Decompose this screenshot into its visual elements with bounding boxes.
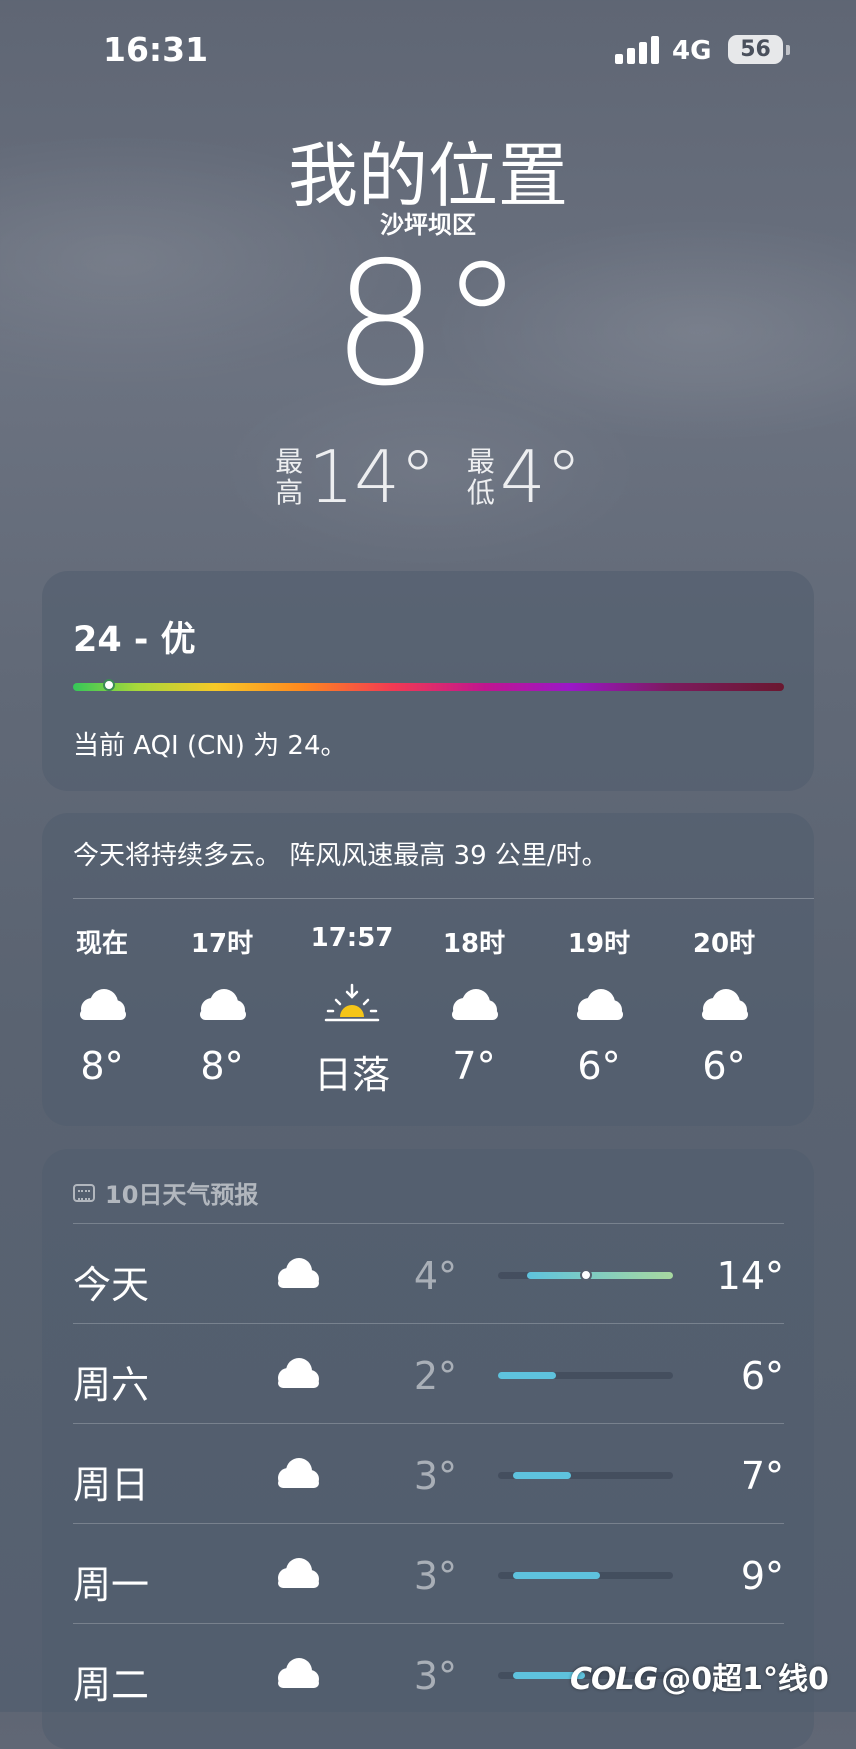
high-temp: 14° — [308, 435, 436, 519]
watermark: COLG @0超1°线0 — [570, 1654, 829, 1698]
cloud-icon — [273, 1354, 323, 1392]
hour-temp: 8° — [200, 1044, 244, 1088]
temp-range-track — [498, 1372, 673, 1379]
low-temp: 4° — [499, 435, 582, 519]
aqi-description: 当前 AQI (CN) 为 24。 — [73, 731, 347, 761]
watermark-text: @0超1°线0 — [661, 1662, 829, 1697]
day-label: 周一 — [73, 1563, 150, 1607]
hour-temp: 日落 — [313, 1053, 390, 1097]
hour-temp: 7° — [452, 1044, 496, 1088]
hourly-forecast-card[interactable]: 今天将持续多云。 阵风风速最高 39 公里/时。 现在 8° 17时 8° 17… — [42, 813, 814, 1126]
hour-label: 20时 — [692, 929, 756, 959]
current-temp-indicator — [579, 1269, 592, 1281]
battery-tip — [786, 45, 790, 55]
low-temp-group: 最低 4° — [466, 435, 582, 519]
hourly-summary: 今天将持续多云。 阵风风速最高 39 公里/时。 — [73, 841, 608, 871]
cloud-icon — [273, 1654, 323, 1692]
forecast-row[interactable]: 今天 4° 14° — [73, 1223, 784, 1324]
cloud-icon — [539, 983, 659, 1025]
high-temp-group: 最高 14° — [274, 435, 436, 519]
forecast-row[interactable]: 周日 3° 7° — [73, 1423, 784, 1524]
hour-label: 19时 — [567, 929, 631, 959]
temp-range-track — [498, 1472, 673, 1479]
aqi-card[interactable]: 24 - 优 当前 AQI (CN) 为 24。 — [42, 571, 814, 791]
hour-temp: 8° — [80, 1044, 124, 1088]
signal-icon — [615, 34, 661, 64]
temp-range-fill — [512, 1472, 571, 1479]
cloud-icon — [273, 1254, 323, 1292]
day-label: 周六 — [73, 1363, 150, 1407]
low-temp: 4° — [413, 1254, 457, 1298]
cloud-icon — [162, 983, 282, 1025]
status-time: 16:31 — [103, 30, 209, 69]
high-temp: 14° — [716, 1254, 784, 1298]
forecast-row[interactable]: 周六 2° 6° — [73, 1323, 784, 1424]
aqi-value: 24 - 优 — [73, 620, 196, 660]
high-low: 最高 14° 最低 4° — [0, 435, 856, 519]
hour-temp: 6° — [702, 1044, 746, 1088]
hour-label: 18时 — [442, 929, 506, 959]
hour-label: 17:57 — [310, 923, 394, 953]
battery-icon: 56 — [728, 35, 783, 64]
forecast-row[interactable]: 周一 3° 9° — [73, 1523, 784, 1624]
day-label: 周日 — [73, 1463, 150, 1507]
watermark-logo: COLG — [570, 1662, 658, 1697]
cloud-icon — [414, 983, 534, 1025]
hour-temp: 6° — [577, 1044, 621, 1088]
cloud-icon — [42, 983, 162, 1025]
temp-range-fill — [512, 1572, 601, 1579]
hour-label: 17时 — [190, 929, 254, 959]
high-temp: 7° — [740, 1454, 784, 1498]
low-temp: 3° — [413, 1454, 457, 1498]
high-label: 最高 — [275, 445, 304, 509]
cloud-icon — [273, 1554, 323, 1592]
temp-range-track — [498, 1269, 673, 1281]
low-temp: 2° — [413, 1354, 457, 1398]
hour-label: 现在 — [75, 929, 128, 959]
aqi-scale-bar — [73, 683, 784, 691]
low-temp: 3° — [413, 1554, 457, 1598]
low-temp: 3° — [413, 1654, 457, 1698]
temp-range-track — [498, 1572, 673, 1579]
status-bar: 16:31 4G 56 — [0, 0, 856, 100]
forecast-header-label: 10日天气预报 — [105, 1181, 259, 1209]
network-label: 4G — [672, 36, 712, 66]
sunset-icon — [292, 983, 412, 1025]
cloud-icon — [664, 983, 784, 1025]
temp-range-fill — [498, 1372, 557, 1379]
day-label: 周二 — [73, 1663, 150, 1707]
divider — [73, 898, 814, 899]
forecast-header: 10日天气预报 — [73, 1175, 258, 1210]
low-label: 最低 — [466, 445, 495, 509]
high-temp: 6° — [740, 1354, 784, 1398]
cloud-icon — [273, 1454, 323, 1492]
calendar-icon — [73, 1183, 95, 1202]
high-temp: 9° — [740, 1554, 784, 1598]
temp-range-fill — [527, 1272, 673, 1279]
aqi-indicator — [102, 679, 115, 691]
current-temperature: 8° — [331, 226, 525, 424]
day-label: 今天 — [73, 1263, 150, 1307]
